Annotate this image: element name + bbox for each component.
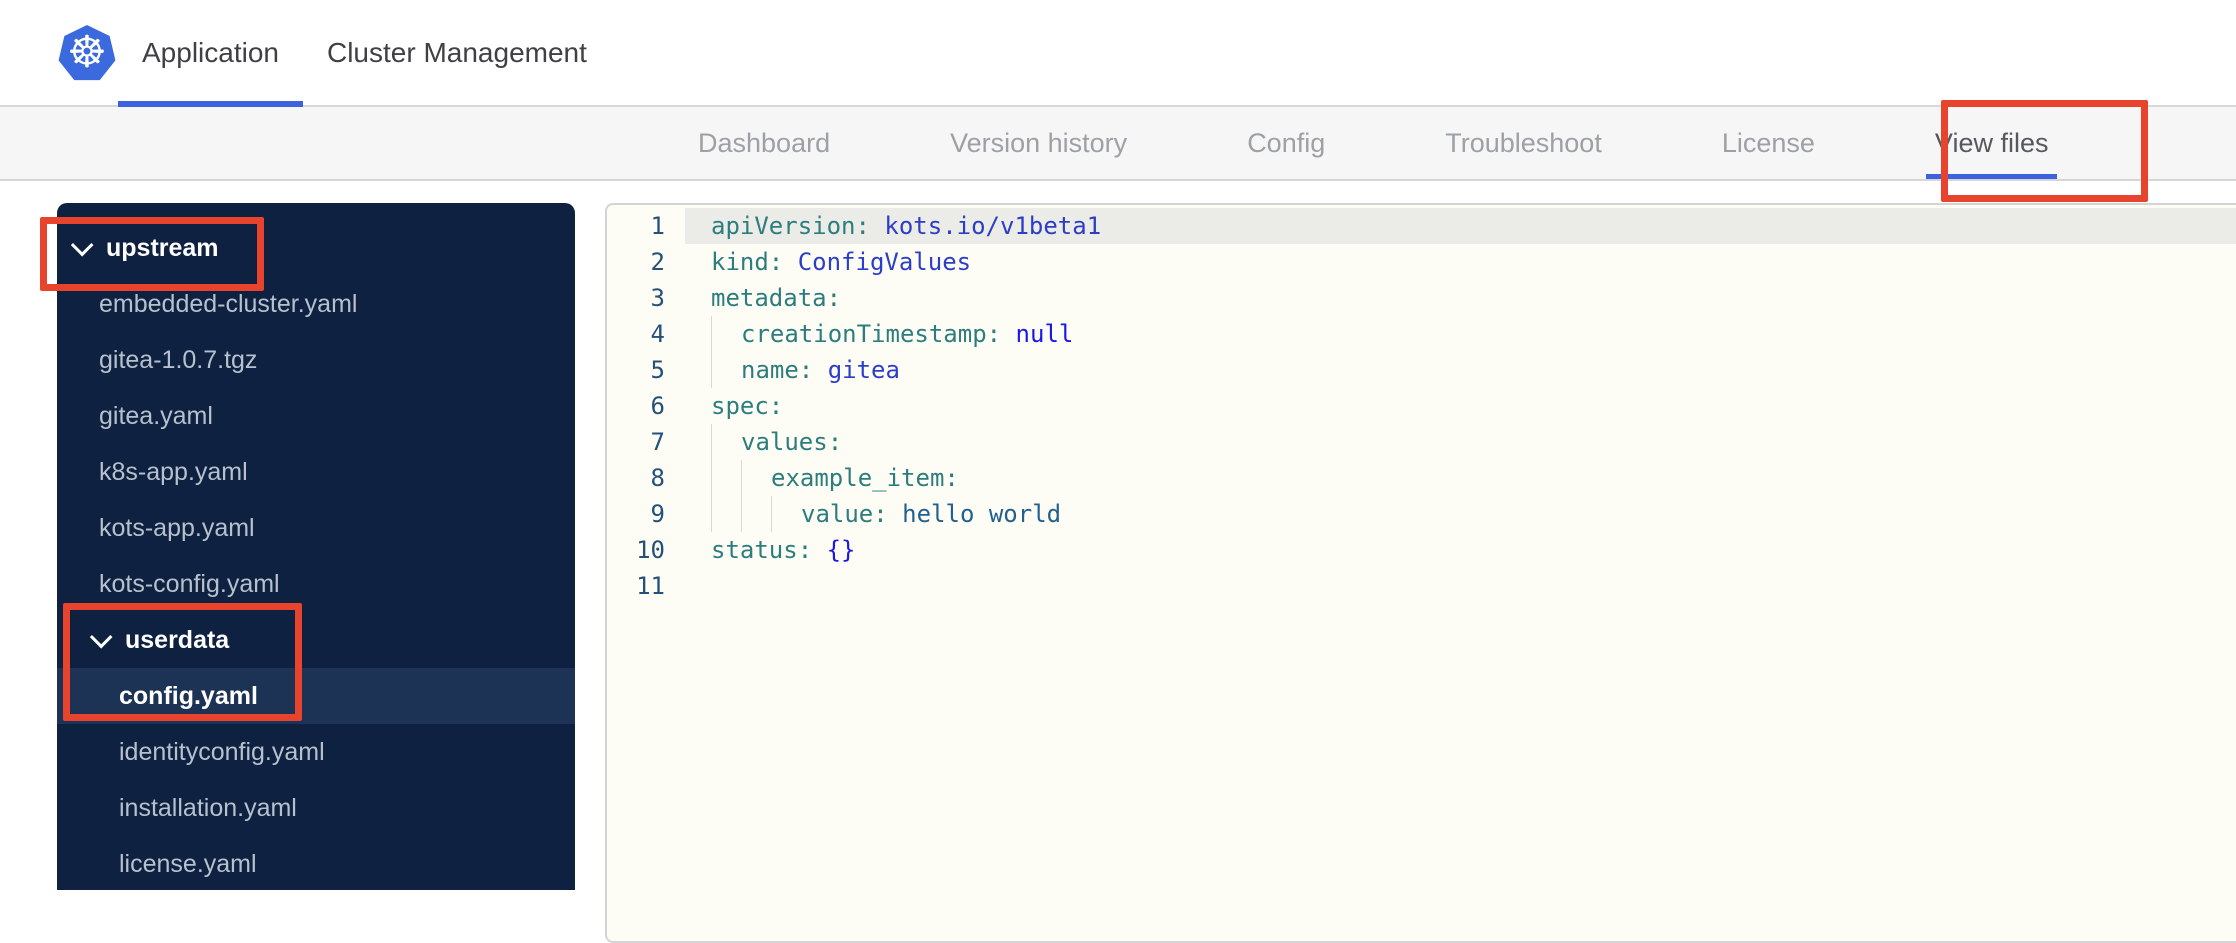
tree-file-config-yaml[interactable]: config.yaml (57, 668, 575, 724)
code-line: 6 spec: (607, 388, 2236, 424)
indent-guide (711, 460, 741, 496)
tree-folder-userdata[interactable]: userdata (57, 612, 575, 668)
tree-file-k8s-app-yaml[interactable]: k8s-app.yaml (57, 444, 575, 500)
code-line-content: kind: ConfigValues (711, 248, 972, 276)
tree-file-identityconfig-yaml[interactable]: identityconfig.yaml (57, 724, 575, 780)
tree-file-embedded-cluster-yaml[interactable]: embedded-cluster.yaml (57, 276, 575, 332)
tree-file-license-yaml[interactable]: license.yaml (57, 836, 575, 890)
subnav-tab-version-history[interactable]: Version history (941, 107, 1136, 179)
line-number: 9 (650, 500, 665, 528)
kubernetes-logo-icon: ☸ (58, 25, 116, 81)
code-line-content: apiVersion: kots.io/v1beta1 (685, 208, 2236, 244)
code-line: 4 creationTimestamp: null (607, 316, 2236, 352)
file-label: config.yaml (119, 681, 258, 710)
code-line-content: value: hello world (685, 496, 2236, 532)
subnav-tab-config[interactable]: Config (1238, 107, 1334, 179)
header-tab-application[interactable]: Application (118, 0, 303, 107)
code-line: 10 status: {} (607, 532, 2236, 568)
indent-guide (711, 496, 741, 532)
file-label: gitea.yaml (99, 401, 213, 430)
header-tabs: Application Cluster Management (118, 0, 611, 107)
file-label: k8s-app.yaml (99, 457, 248, 486)
tree-file-gitea-yaml[interactable]: gitea.yaml (57, 388, 575, 444)
code-line: 1 apiVersion: kots.io/v1beta1 (607, 208, 2236, 244)
subnav-tab-license[interactable]: License (1713, 107, 1824, 179)
file-label: kots-app.yaml (99, 513, 255, 542)
line-number: 10 (636, 536, 665, 564)
code-line-content: status: {} (711, 536, 856, 564)
code-line: 8 example_item: (607, 460, 2236, 496)
yaml-file-viewer[interactable]: 1 apiVersion: kots.io/v1beta1 2 kind: Confi… (605, 203, 2236, 943)
code-line-content: values: (685, 424, 2236, 460)
chevron-down-icon (89, 625, 113, 649)
indent-guide (741, 460, 771, 496)
indent-guide (711, 424, 741, 460)
line-number: 11 (636, 572, 665, 600)
file-label: gitea-1.0.7.tgz (99, 345, 258, 374)
line-number: 2 (650, 248, 665, 276)
line-number: 1 (650, 212, 665, 240)
file-label: installation.yaml (119, 793, 297, 822)
file-label: license.yaml (119, 849, 257, 878)
indent-guide (711, 352, 741, 388)
tree-folder-upstream[interactable]: upstream (57, 220, 575, 276)
tree-file-installation-yaml[interactable]: installation.yaml (57, 780, 575, 836)
file-label: identityconfig.yaml (119, 737, 325, 766)
indent-guide (711, 316, 741, 352)
line-number: 6 (650, 392, 665, 420)
code-line-content: name: gitea (685, 352, 2236, 388)
indent-guide (741, 496, 771, 532)
indent-guide (771, 496, 801, 532)
code-line: 9 value: hello world (607, 496, 2236, 532)
file-tree-sidebar[interactable]: upstream embedded-cluster.yaml gitea-1.0.7… (57, 203, 575, 890)
app-subnav: Dashboard Version history Config Troublesho… (0, 107, 2236, 181)
code-line-content: spec: (711, 392, 784, 420)
code-line: 5 name: gitea (607, 352, 2236, 388)
code-line-content (685, 568, 2236, 604)
tree-file-kots-app-yaml[interactable]: kots-app.yaml (57, 500, 575, 556)
header-tab-cluster-management[interactable]: Cluster Management (303, 0, 611, 105)
line-number: 7 (650, 428, 665, 456)
top-header: ☸ Application Cluster Management (0, 0, 2236, 107)
line-number: 8 (650, 464, 665, 492)
chevron-down-icon (70, 233, 94, 257)
tree-file-kots-config-yaml[interactable]: kots-config.yaml (57, 556, 575, 612)
code-line: 11 (607, 568, 2236, 604)
code-line: 3 metadata: (607, 280, 2236, 316)
subnav-tab-view-files[interactable]: View files (1925, 107, 2058, 179)
tree-file-gitea-1-0-7-tgz[interactable]: gitea-1.0.7.tgz (57, 332, 575, 388)
code-line: 7 values: (607, 424, 2236, 460)
line-number: 4 (650, 320, 665, 348)
file-label: embedded-cluster.yaml (99, 289, 358, 318)
code-line-content: example_item: (685, 460, 2236, 496)
subnav-tab-dashboard[interactable]: Dashboard (689, 107, 839, 179)
subnav-tab-troubleshoot[interactable]: Troubleshoot (1436, 107, 1611, 179)
line-number: 5 (650, 356, 665, 384)
file-label: kots-config.yaml (99, 569, 280, 598)
kubernetes-logo: ☸ (58, 25, 116, 83)
folder-label: userdata (125, 625, 230, 654)
code-line-content: creationTimestamp: null (685, 316, 2236, 352)
folder-label: upstream (106, 233, 219, 262)
code-line: 2 kind: ConfigValues (607, 244, 2236, 280)
line-number: 3 (650, 284, 665, 312)
code-line-content: metadata: (711, 284, 842, 312)
